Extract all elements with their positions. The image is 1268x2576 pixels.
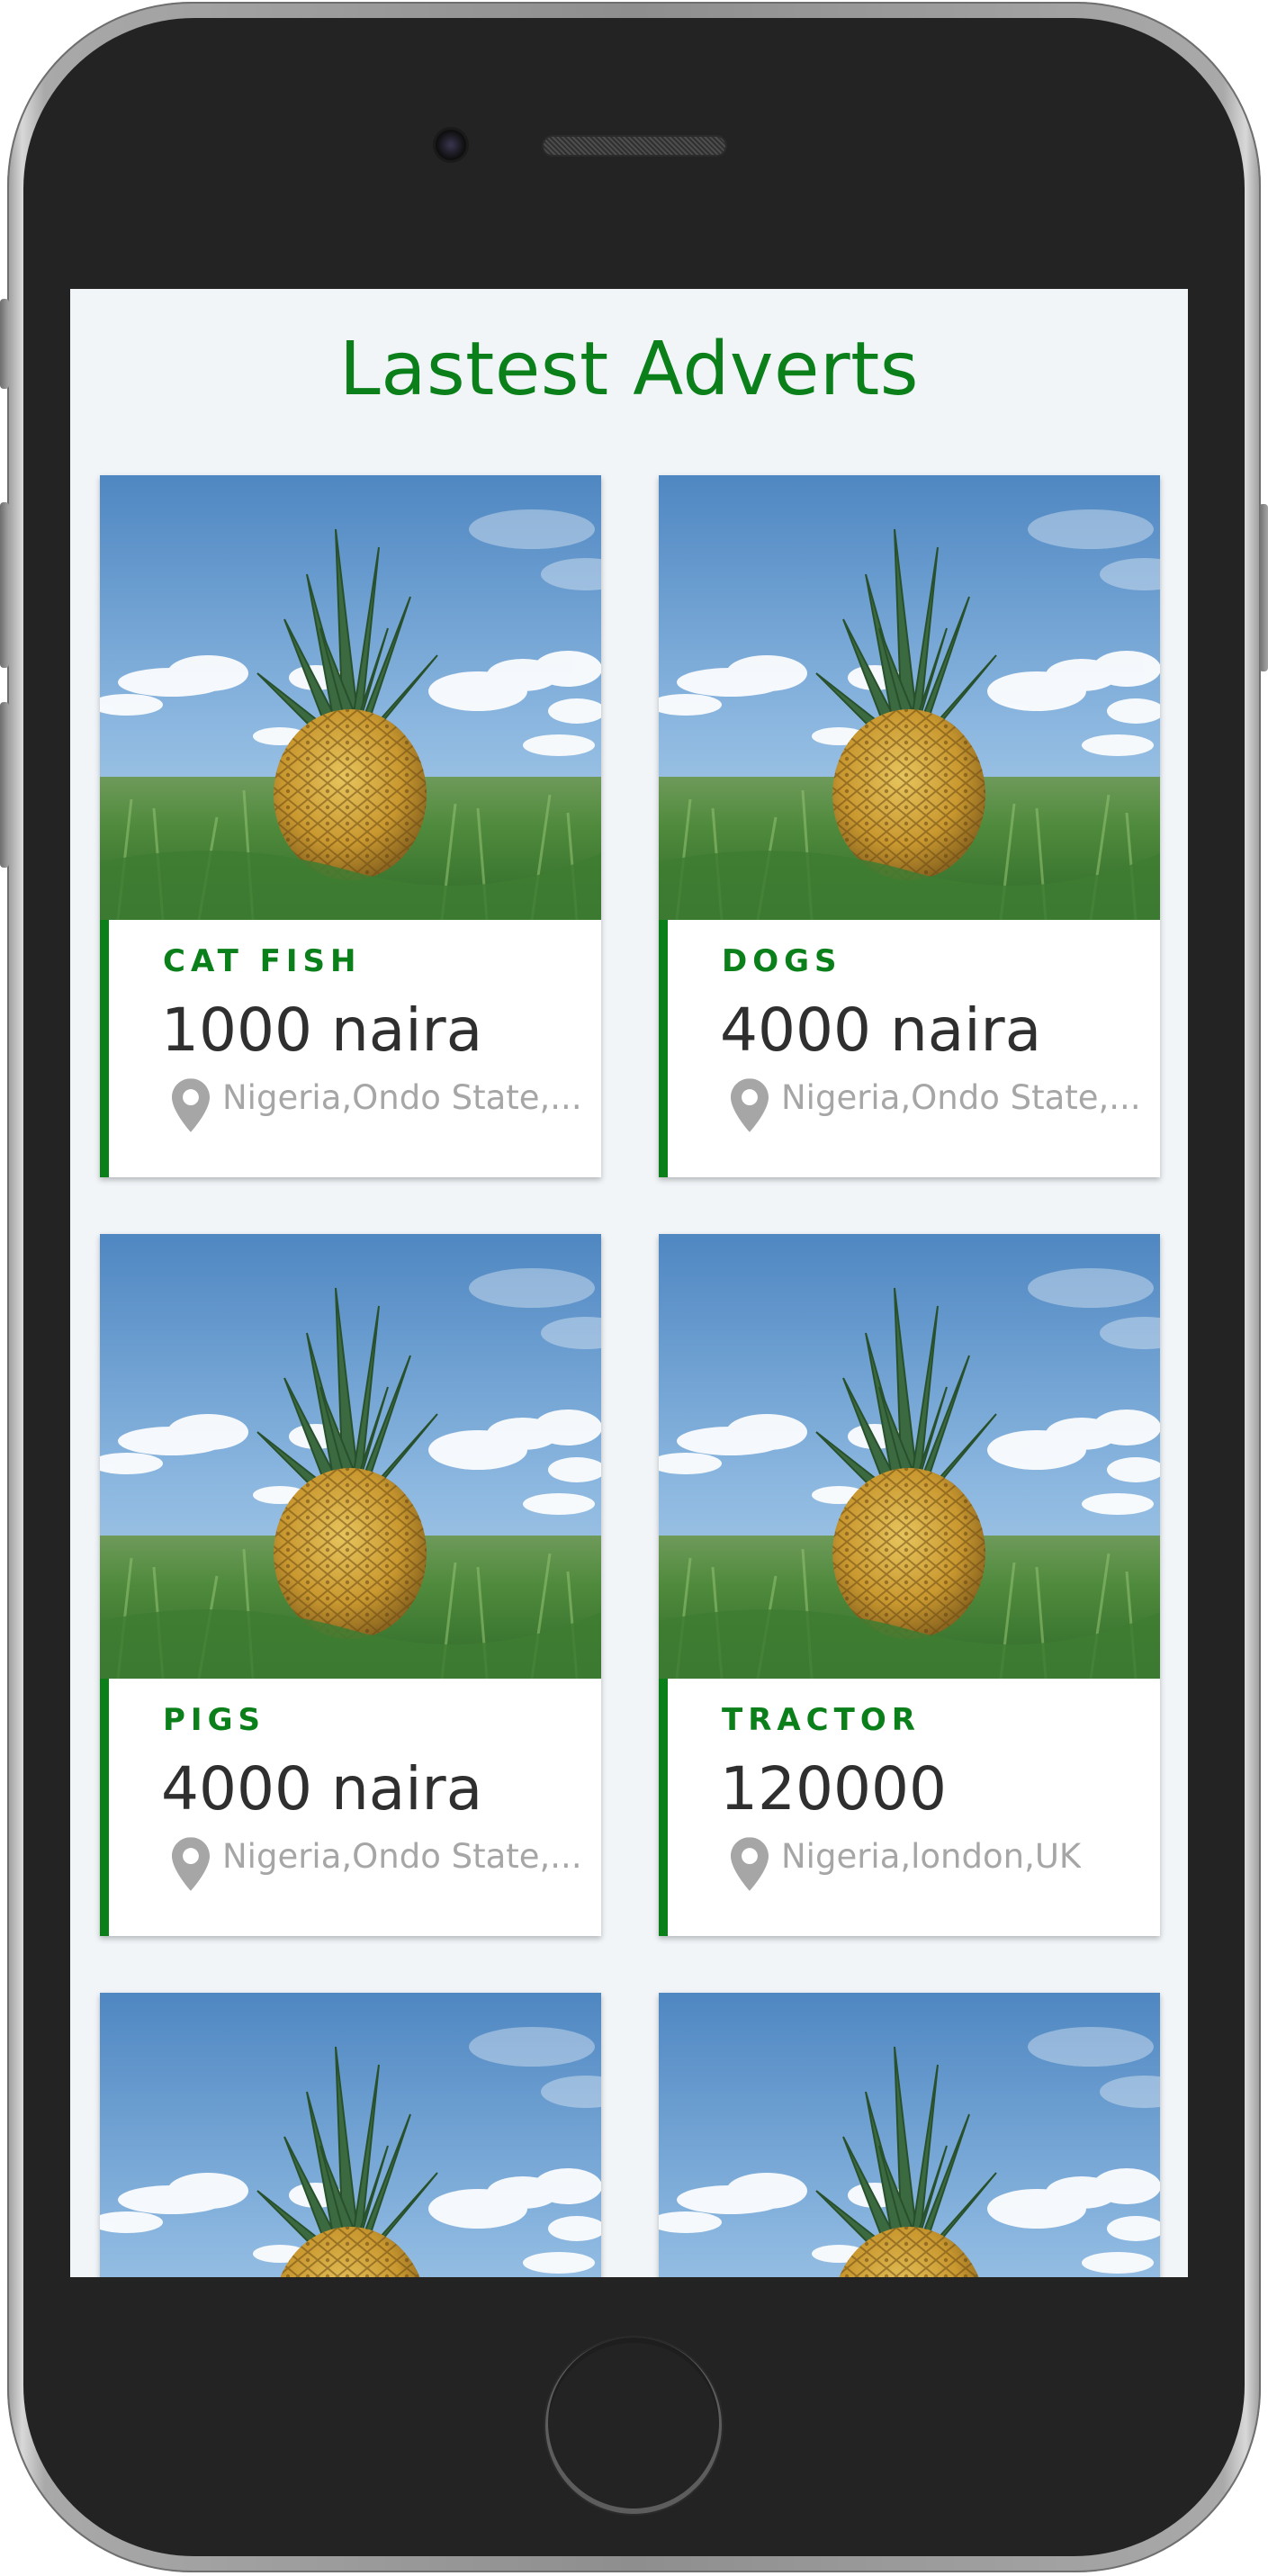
card-accent-bar (100, 1679, 109, 1936)
advert-card[interactable]: CAT FISH 1000 naira Nigeria,Ondo State,.… (100, 475, 601, 1177)
card-accent-bar (659, 1679, 668, 1936)
advert-image (100, 475, 601, 920)
advert-card[interactable]: DOGS 4000 naira Nigeria,Ondo State,... (659, 475, 1160, 1177)
advert-image (659, 1993, 1160, 2277)
advert-price: 4000 naira (161, 1754, 483, 1824)
volume-up-button (0, 502, 9, 668)
page-title: Lastest Adverts (339, 327, 919, 412)
advert-category: PIGS (163, 1702, 265, 1738)
location-pin-icon (731, 1837, 769, 1891)
advert-category: CAT FISH (163, 943, 362, 979)
advert-location: Nigeria,Ondo State,... (172, 1075, 595, 1120)
mute-switch (0, 299, 9, 389)
advert-card[interactable]: TRACTOR 120000 Nigeria,london,UK (659, 1234, 1160, 1936)
advert-image (100, 1993, 601, 2277)
location-text: Nigeria,Ondo State,... (781, 1077, 1141, 1117)
location-pin-icon (172, 1837, 210, 1891)
app-screen: Lastest Adverts CAT FISH 1000 naira Nige… (70, 289, 1188, 2277)
location-text: Nigeria,Ondo State,... (222, 1836, 582, 1876)
home-button[interactable] (545, 2337, 722, 2514)
advert-price: 1000 naira (161, 995, 483, 1065)
advert-image (100, 1234, 601, 1679)
advert-price: 4000 naira (720, 995, 1042, 1065)
advert-card[interactable] (100, 1993, 601, 2277)
advert-location: Nigeria,Ondo State,... (172, 1833, 595, 1878)
volume-down-button (0, 702, 9, 868)
advert-category: TRACTOR (722, 1702, 921, 1738)
location-text: Nigeria,Ondo State,... (222, 1077, 582, 1117)
card-accent-bar (659, 920, 668, 1177)
advert-card[interactable] (659, 1993, 1160, 2277)
advert-card[interactable]: PIGS 4000 naira Nigeria,Ondo State,... (100, 1234, 601, 1936)
location-text: Nigeria,london,UK (781, 1836, 1082, 1876)
advert-price: 120000 (720, 1754, 947, 1824)
power-button (1259, 504, 1268, 671)
advert-image (659, 1234, 1160, 1679)
advert-category: DOGS (722, 943, 842, 979)
advert-location: Nigeria,london,UK (731, 1833, 1154, 1878)
advert-image (659, 475, 1160, 920)
card-accent-bar (100, 920, 109, 1177)
advert-location: Nigeria,Ondo State,... (731, 1075, 1154, 1120)
location-pin-icon (731, 1078, 769, 1132)
front-camera (436, 130, 466, 160)
earpiece-speaker (544, 137, 725, 155)
location-pin-icon (172, 1078, 210, 1132)
